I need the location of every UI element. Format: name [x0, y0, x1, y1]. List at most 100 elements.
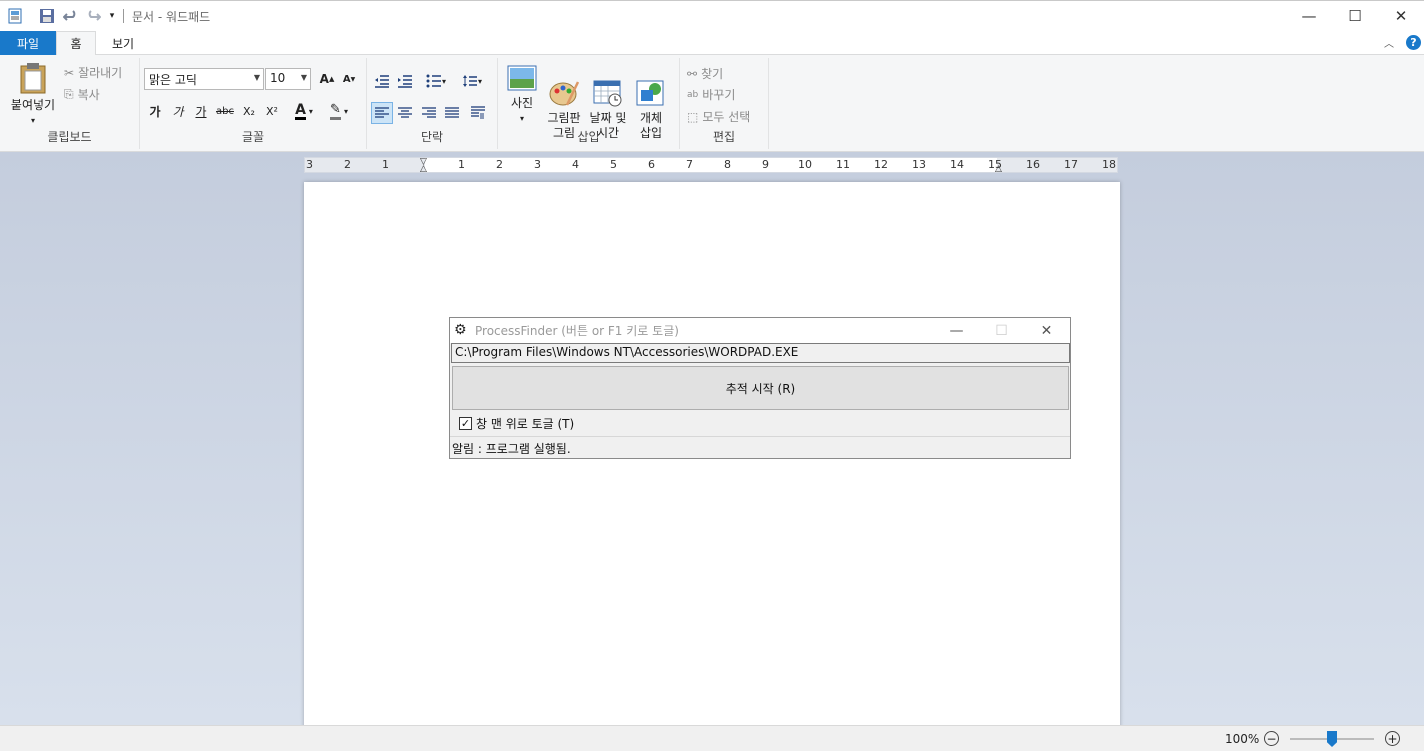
- ruler[interactable]: 3 2 1 1 2 3 4 5 6 7 8 9 10 11 12 13 14 1…: [304, 157, 1118, 174]
- topmost-checkbox[interactable]: ✓: [459, 417, 472, 430]
- help-icon[interactable]: ?: [1406, 35, 1421, 50]
- customize-qat-icon[interactable]: ▾: [103, 7, 121, 25]
- highlighter-icon: ✎: [330, 102, 341, 120]
- ruler-tick: 18: [1102, 158, 1116, 171]
- dialog-maximize-button: ☐: [995, 322, 1008, 339]
- insert-group: 사진 ▾ 그림판 그림 날짜 및 시간 개체 삽입 삽입: [498, 58, 680, 149]
- right-indent-handle[interactable]: △: [995, 165, 1002, 174]
- find-label: 찾기: [701, 67, 724, 81]
- topmost-toggle[interactable]: ✓ 창 맨 위로 토글 (T): [459, 415, 574, 432]
- ruler-left-margin: [305, 158, 425, 172]
- bold-button[interactable]: 가: [144, 100, 166, 122]
- underline-button[interactable]: 가: [190, 100, 212, 122]
- zoom-slider-thumb[interactable]: [1327, 731, 1337, 747]
- subscript-button[interactable]: X₂: [238, 100, 260, 122]
- chevron-down-icon: ▾: [519, 114, 524, 123]
- ruler-tick: 11: [836, 158, 850, 171]
- font-family-value: 맑은 고딕: [149, 73, 197, 87]
- paste-icon: [20, 63, 46, 94]
- redo-icon[interactable]: [84, 7, 102, 25]
- object-icon: [636, 80, 664, 106]
- zoom-in-icon[interactable]: +: [1385, 731, 1400, 746]
- chevron-down-icon: ▾: [308, 106, 313, 116]
- shrink-font-icon[interactable]: A ▼: [338, 68, 360, 90]
- ruler-tick: 5: [610, 158, 617, 171]
- font-family-combo[interactable]: 맑은 고딕 ▼: [144, 68, 264, 90]
- align-left-icon[interactable]: [371, 102, 393, 124]
- replace-button[interactable]: ab 바꾸기: [687, 86, 735, 103]
- select-all-button[interactable]: ⬚ 모두 선택: [687, 108, 750, 125]
- copy-button[interactable]: ⎘ 복사: [64, 86, 100, 103]
- italic-button[interactable]: 가: [167, 100, 189, 122]
- chevron-down-icon: ▼: [253, 73, 260, 82]
- chevron-down-icon: ▾: [343, 106, 348, 116]
- calendar-clock-icon: [593, 80, 622, 107]
- justify-icon[interactable]: [441, 102, 463, 124]
- editing-group-label: 편집: [712, 130, 736, 144]
- ruler-tick: 7: [686, 158, 693, 171]
- topmost-label: 창 맨 위로 토글 (T): [476, 417, 575, 431]
- close-button[interactable]: ✕: [1378, 1, 1424, 31]
- zoom-level: 100%: [1225, 732, 1260, 746]
- replace-icon: ab: [687, 89, 699, 100]
- line-spacing-button[interactable]: ▾: [457, 70, 487, 92]
- line-spacing-icon: [462, 75, 477, 87]
- insert-picture-button[interactable]: 사진 ▾: [504, 64, 540, 126]
- bullet-list-button[interactable]: ▾: [421, 70, 451, 92]
- minimize-button[interactable]: —: [1286, 1, 1332, 31]
- undo-icon[interactable]: [62, 7, 80, 25]
- ruler-tick: 2: [496, 158, 503, 171]
- decrease-indent-icon[interactable]: [371, 70, 393, 92]
- ruler-tick: 4: [572, 158, 579, 171]
- ruler-tick: 6: [648, 158, 655, 171]
- paste-button[interactable]: 붙여넣기 ▾: [6, 62, 60, 128]
- paragraph-group-label: 단락: [420, 130, 444, 144]
- dialog-title-bar: ⚙ ProcessFinder (버튼 or F1 키로 토글) — ☐ ✕: [450, 318, 1070, 343]
- grow-font-icon[interactable]: A ▲: [316, 68, 338, 90]
- increase-indent-icon[interactable]: [394, 70, 416, 92]
- ruler-tick: 12: [874, 158, 888, 171]
- process-path-field[interactable]: C:\Program Files\Windows NT\Accessories\…: [451, 343, 1070, 363]
- superscript-button[interactable]: X²: [261, 100, 283, 122]
- cut-button[interactable]: ✂ 잘라내기: [64, 64, 122, 81]
- ribbon-tabs: 파일 홈 보기 ︿ ?: [0, 31, 1424, 56]
- select-all-icon: ⬚: [687, 109, 699, 124]
- strikethrough-button[interactable]: abc: [214, 100, 236, 122]
- wordpad-app-icon[interactable]: [6, 7, 24, 25]
- ruler-tick: 3: [534, 158, 541, 171]
- paragraph-settings-icon[interactable]: [467, 102, 489, 124]
- tab-home[interactable]: 홈: [56, 31, 96, 56]
- ruler-tick: 3: [306, 158, 313, 171]
- font-size-combo[interactable]: 10 ▼: [265, 68, 311, 90]
- ruler-tick: 17: [1064, 158, 1078, 171]
- font-color-button[interactable]: A ▾: [288, 100, 320, 122]
- highlight-button[interactable]: ✎ ▾: [323, 100, 355, 122]
- save-icon[interactable]: [38, 7, 56, 25]
- left-indent-handle[interactable]: △: [420, 165, 427, 174]
- align-right-icon[interactable]: [418, 102, 440, 124]
- font-size-value: 10: [270, 71, 286, 85]
- font-group-label: 글꼴: [241, 130, 265, 144]
- copy-label: 복사: [77, 88, 100, 102]
- bullet-list-icon: [426, 74, 441, 88]
- window-title: 문서 - 워드패드: [132, 10, 211, 24]
- ruler-tick: 1: [458, 158, 465, 171]
- collapse-ribbon-icon[interactable]: ︿: [1384, 35, 1394, 50]
- copy-icon: ⎘: [64, 87, 74, 101]
- align-center-icon[interactable]: [394, 102, 416, 124]
- binoculars-icon: ⚯: [687, 66, 698, 81]
- tab-file[interactable]: 파일: [0, 31, 56, 55]
- font-group: 맑은 고딕 ▼ 10 ▼ A ▲ A ▼ 가 가 가 abc X₂ X² A ▾ ✎ ▾ 글…: [140, 58, 367, 149]
- start-tracking-button[interactable]: 추적 시작 (R): [452, 366, 1069, 410]
- paste-dropdown-icon[interactable]: ▾: [6, 113, 60, 128]
- dialog-minimize-button[interactable]: —: [934, 318, 979, 343]
- dialog-title: ProcessFinder (버튼 or F1 키로 토글): [475, 324, 679, 338]
- processfinder-dialog: ⚙ ProcessFinder (버튼 or F1 키로 토글) — ☐ ✕ C…: [449, 317, 1071, 459]
- dialog-close-button[interactable]: ✕: [1024, 318, 1069, 343]
- replace-label: 바꾸기: [702, 88, 736, 102]
- paste-label: 붙여넣기: [10, 98, 56, 112]
- tab-view[interactable]: 보기: [98, 31, 148, 55]
- find-button[interactable]: ⚯ 찾기: [687, 65, 723, 82]
- maximize-button[interactable]: ☐: [1332, 1, 1378, 31]
- zoom-out-icon[interactable]: −: [1264, 731, 1279, 746]
